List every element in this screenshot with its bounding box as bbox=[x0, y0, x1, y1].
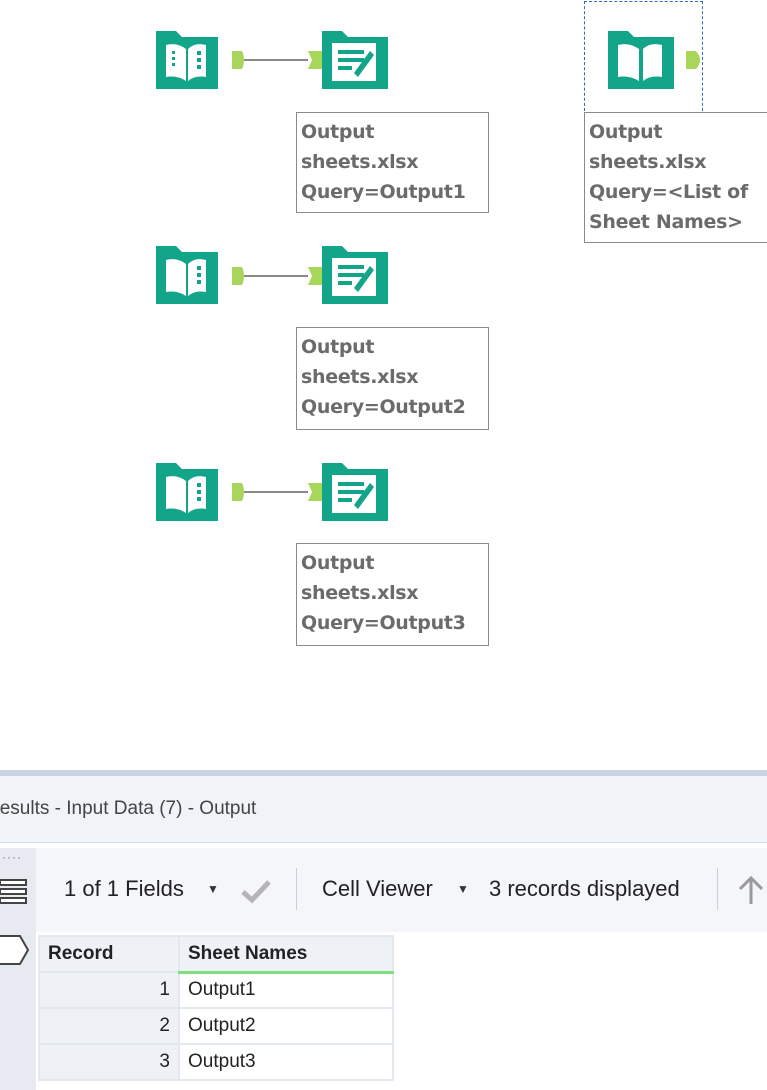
tool-annotation: Output sheets.xlsx Query=Output3 bbox=[296, 543, 489, 646]
metadata-icon[interactable] bbox=[0, 935, 30, 965]
connection-line bbox=[232, 483, 322, 501]
output-data-tool-icon[interactable] bbox=[318, 240, 392, 310]
workflow-canvas[interactable]: Output sheets.xlsx Query=Output1 Output … bbox=[0, 0, 767, 770]
sheet-name-cell[interactable]: Output2 bbox=[178, 1007, 394, 1045]
toolbar-divider bbox=[717, 868, 718, 910]
side-icons bbox=[0, 879, 30, 965]
toolbar-divider bbox=[296, 868, 297, 910]
list-view-icon[interactable] bbox=[0, 879, 27, 904]
arrow-up-icon[interactable] bbox=[737, 874, 765, 906]
checkmark-icon[interactable] bbox=[240, 878, 272, 904]
table-row[interactable]: 2 Output2 bbox=[38, 1007, 394, 1045]
output-data-tool-icon[interactable] bbox=[318, 457, 392, 527]
output-data-tool-icon[interactable] bbox=[318, 25, 392, 95]
connection-line bbox=[232, 51, 322, 69]
tool-annotation: Output sheets.xlsx Query=<List of Sheet … bbox=[584, 112, 767, 243]
table-row[interactable]: 1 Output1 bbox=[38, 971, 394, 1009]
column-header-record[interactable]: Record bbox=[38, 935, 180, 973]
results-title: Results - Input Data (7) - Output bbox=[0, 798, 257, 819]
cell-viewer-dropdown[interactable]: Cell Viewer bbox=[322, 876, 433, 902]
record-number: 1 bbox=[38, 971, 180, 1009]
connection-line bbox=[232, 267, 322, 285]
tool-annotation: Output sheets.xlsx Query=Output1 bbox=[296, 112, 489, 213]
table-row[interactable]: 3 Output3 bbox=[38, 1043, 394, 1081]
chevron-down-icon[interactable]: ▼ bbox=[457, 882, 469, 896]
input-data-tool-icon[interactable] bbox=[150, 240, 224, 310]
sheet-name-cell[interactable]: Output3 bbox=[178, 1043, 394, 1081]
tool-annotation: Output sheets.xlsx Query=Output2 bbox=[296, 327, 489, 430]
input-data-tool-icon[interactable] bbox=[150, 25, 224, 95]
grip-handle-icon[interactable]: ···· bbox=[2, 851, 32, 863]
record-number: 3 bbox=[38, 1043, 180, 1081]
input-data-tool-icon[interactable] bbox=[150, 457, 224, 527]
records-count: 3 records displayed bbox=[489, 876, 680, 901]
sheet-name-cell[interactable]: Output1 bbox=[178, 971, 394, 1009]
column-header-sheet-names[interactable]: Sheet Names bbox=[178, 935, 394, 974]
output-anchor[interactable] bbox=[682, 45, 712, 75]
chevron-down-icon[interactable]: ▼ bbox=[207, 882, 219, 896]
input-data-tool-icon[interactable] bbox=[604, 25, 678, 95]
results-table: Record Sheet Names 1 Output1 2 Output2 3… bbox=[38, 935, 394, 1081]
fields-dropdown[interactable]: 1 of 1 Fields bbox=[64, 876, 184, 902]
record-number: 2 bbox=[38, 1007, 180, 1045]
